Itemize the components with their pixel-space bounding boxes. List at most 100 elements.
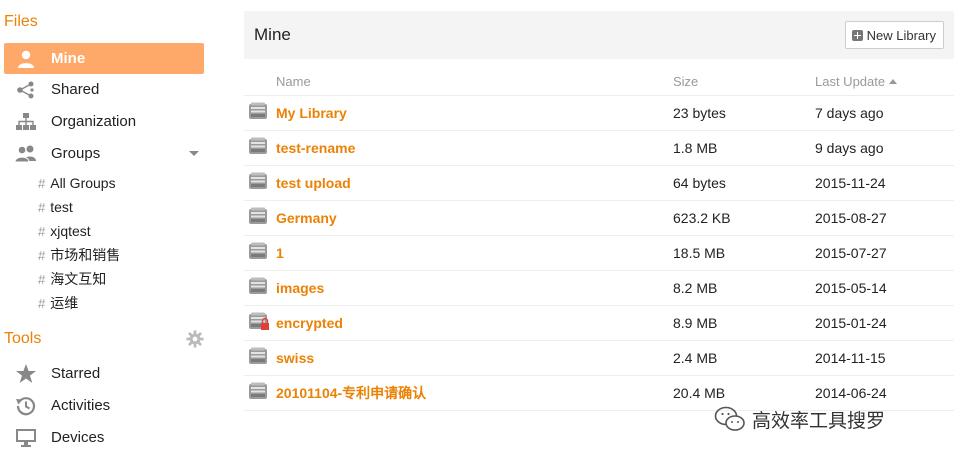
- library-icon: [249, 102, 267, 119]
- library-icon-cell: [244, 340, 276, 376]
- hash-icon: #: [38, 271, 46, 287]
- nav-item-label: Shared: [51, 81, 100, 98]
- library-icon: [249, 242, 267, 259]
- library-size-cell: 8.9 MB: [673, 305, 815, 341]
- user-icon: [13, 48, 39, 70]
- nav-item-mine[interactable]: Mine: [4, 43, 204, 74]
- group-item-ops[interactable]: # 运维: [38, 292, 78, 314]
- library-name-cell: 20101104-专利申请确认: [276, 375, 673, 411]
- nav-item-shared[interactable]: Shared: [4, 74, 204, 105]
- library-icon-cell: [244, 305, 276, 341]
- library-icon: [249, 277, 267, 294]
- library-icon-cell: [244, 95, 276, 131]
- group-item-all[interactable]: # All Groups: [38, 172, 116, 194]
- library-updated-cell: 2015-08-27: [815, 200, 954, 236]
- star-icon: [13, 363, 39, 385]
- new-library-button[interactable]: New Library: [844, 21, 944, 49]
- group-item-marketing-sales[interactable]: # 市场和销售: [38, 244, 120, 266]
- sidebar: Files Mine Shared Organization Groups # A…: [0, 0, 215, 462]
- nav-item-organization[interactable]: Organization: [4, 106, 204, 137]
- watermark-text: 高效率工具搜罗: [752, 410, 886, 432]
- library-icon-cell: [244, 270, 276, 306]
- group-label: xjqtest: [50, 223, 91, 239]
- group-label: 市场和销售: [50, 247, 121, 263]
- library-size-cell: 8.2 MB: [673, 270, 815, 306]
- library-name-cell: Germany: [276, 200, 673, 236]
- share-icon: [13, 79, 39, 101]
- library-size-cell: 18.5 MB: [673, 235, 815, 271]
- library-name-cell: My Library: [276, 95, 673, 131]
- page-title: Mine: [254, 25, 291, 44]
- sort-by-last-update[interactable]: Last Update: [815, 74, 898, 89]
- library-name-cell: test upload: [276, 165, 673, 201]
- group-item-test[interactable]: # test: [38, 196, 73, 218]
- library-link[interactable]: test upload: [276, 175, 351, 191]
- sort-ascending-icon: [889, 79, 898, 85]
- group-label: 运维: [50, 295, 79, 311]
- library-link[interactable]: images: [276, 280, 324, 296]
- library-icon: [249, 347, 267, 364]
- nav-item-label: Activities: [51, 397, 111, 414]
- library-updated-cell: 2015-01-24: [815, 305, 954, 341]
- new-library-label: New Library: [866, 27, 936, 43]
- group-item-xjqtest[interactable]: # xjqtest: [38, 220, 91, 242]
- table-row[interactable]: 1 18.5 MB 2015-07-27: [244, 235, 954, 271]
- size-column-header: Size: [673, 69, 815, 96]
- library-icon-cell: [244, 375, 276, 411]
- nav-item-devices[interactable]: Devices: [4, 422, 204, 453]
- library-link[interactable]: encrypted: [276, 315, 343, 331]
- group-label: All Groups: [50, 175, 116, 191]
- library-updated-cell: 7 days ago: [815, 95, 954, 131]
- library-name-cell: images: [276, 270, 673, 306]
- library-updated-cell: 9 days ago: [815, 130, 954, 166]
- library-icon: [249, 207, 267, 224]
- hash-icon: #: [38, 175, 46, 191]
- library-link[interactable]: My Library: [276, 105, 347, 121]
- watermark: 高效率工具搜罗: [714, 404, 885, 434]
- table-row[interactable]: encrypted 8.9 MB 2015-01-24: [244, 305, 954, 341]
- table-row[interactable]: swiss 2.4 MB 2014-11-15: [244, 340, 954, 376]
- nav-item-starred[interactable]: Starred: [4, 358, 204, 389]
- table-row[interactable]: Germany 623.2 KB 2015-08-27: [244, 200, 954, 236]
- library-name-cell: 1: [276, 235, 673, 271]
- library-link[interactable]: Germany: [276, 210, 337, 226]
- library-icon: [249, 382, 267, 399]
- group-label: test: [50, 199, 73, 215]
- library-link[interactable]: swiss: [276, 350, 314, 366]
- history-icon: [13, 395, 39, 417]
- library-name-cell: encrypted: [276, 305, 673, 341]
- library-size-cell: 23 bytes: [673, 95, 815, 131]
- encrypted-library-icon: [249, 312, 269, 330]
- hash-icon: #: [38, 247, 46, 263]
- library-updated-cell: 2015-11-24: [815, 165, 954, 201]
- library-table: Name Size Last Update My Library 23 bytes…: [244, 69, 954, 411]
- library-link[interactable]: test-rename: [276, 140, 355, 156]
- nav-item-activities[interactable]: Activities: [4, 390, 204, 421]
- group-item-haiwen[interactable]: # 海文互知: [38, 268, 106, 290]
- table-header-row: Name Size Last Update: [244, 69, 954, 96]
- gear-icon[interactable]: [186, 330, 204, 348]
- hash-icon: #: [38, 295, 46, 311]
- files-section-title: Files: [4, 13, 38, 30]
- table-row[interactable]: test-rename 1.8 MB 9 days ago: [244, 130, 954, 166]
- org-tree-icon: [13, 111, 39, 133]
- nav-item-label: Mine: [51, 50, 86, 67]
- chevron-down-icon[interactable]: [189, 151, 199, 156]
- library-size-cell: 2.4 MB: [673, 340, 815, 376]
- library-name-cell: swiss: [276, 340, 673, 376]
- table-row[interactable]: test upload 64 bytes 2015-11-24: [244, 165, 954, 201]
- library-link[interactable]: 20101104-专利申请确认: [276, 385, 426, 401]
- nav-item-label: Organization: [51, 113, 137, 130]
- library-link[interactable]: 1: [276, 245, 284, 261]
- group-icon: [13, 143, 39, 165]
- icon-column-header: [244, 69, 276, 96]
- library-icon: [249, 172, 267, 189]
- table-row[interactable]: My Library 23 bytes 7 days ago: [244, 95, 954, 131]
- last-update-column-header[interactable]: Last Update: [815, 69, 954, 96]
- main-panel: Mine New Library Name Size Last Update M…: [244, 11, 954, 411]
- nav-item-label: Groups: [51, 145, 101, 162]
- nav-item-groups[interactable]: Groups: [4, 138, 204, 169]
- library-updated-cell: 2015-05-14: [815, 270, 954, 306]
- table-row[interactable]: images 8.2 MB 2015-05-14: [244, 270, 954, 306]
- monitor-icon: [13, 427, 39, 449]
